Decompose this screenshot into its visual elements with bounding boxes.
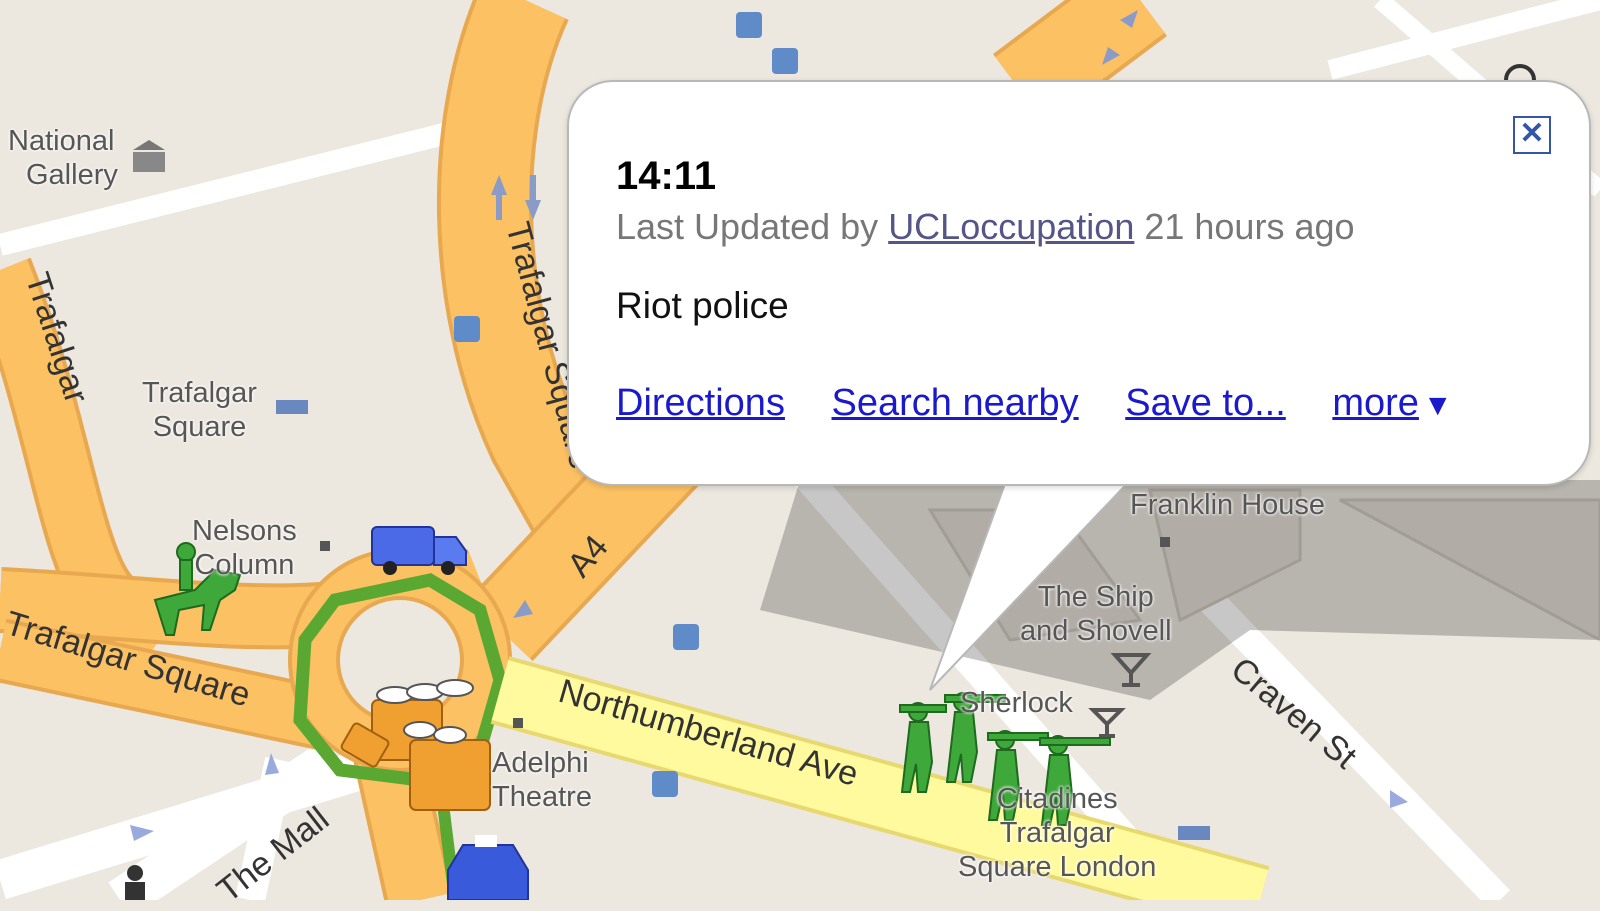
info-description: Riot police (616, 285, 789, 326)
close-icon[interactable]: ✕ (1513, 116, 1551, 154)
label-national-gallery: National Gallery (8, 125, 118, 191)
label-nelsons-column: Nelsons Column (192, 515, 297, 581)
directions-link[interactable]: Directions (616, 382, 785, 424)
user-link[interactable]: UCLoccupation (888, 206, 1134, 247)
label-ship-shovell: The Ship and Shovell (1020, 581, 1172, 647)
hotel-icon (276, 400, 308, 414)
search-nearby-link[interactable]: Search nearby (832, 382, 1079, 424)
info-actions: Directions Search nearby Save to... more… (616, 382, 1453, 425)
save-to-link[interactable]: Save to... (1125, 382, 1286, 424)
meta-prefix: Last Updated by (616, 206, 889, 247)
person-icon (125, 865, 145, 900)
more-link[interactable]: more (1332, 382, 1419, 424)
label-sherlock: Sherlock (960, 687, 1073, 719)
label-trafalgar-hotel: Trafalgar Square (142, 377, 257, 443)
label-adelphi-theatre: Adelphi Theatre (492, 747, 592, 813)
hotel-icon (1178, 826, 1210, 840)
triangle-down-icon[interactable]: ▼ (1423, 389, 1453, 422)
meta-suffix: 21 hours ago (1134, 206, 1355, 247)
label-hotel-london: Citadines Trafalgar Square London (958, 783, 1157, 883)
info-title: 14:11 (616, 154, 717, 198)
info-meta: Last Updated by UCLoccupation 21 hours a… (616, 206, 1355, 248)
label-franklin-house: Franklin House (1130, 489, 1326, 521)
info-window: ✕ 14:11 Last Updated by UCLoccupation 21… (567, 80, 1591, 486)
